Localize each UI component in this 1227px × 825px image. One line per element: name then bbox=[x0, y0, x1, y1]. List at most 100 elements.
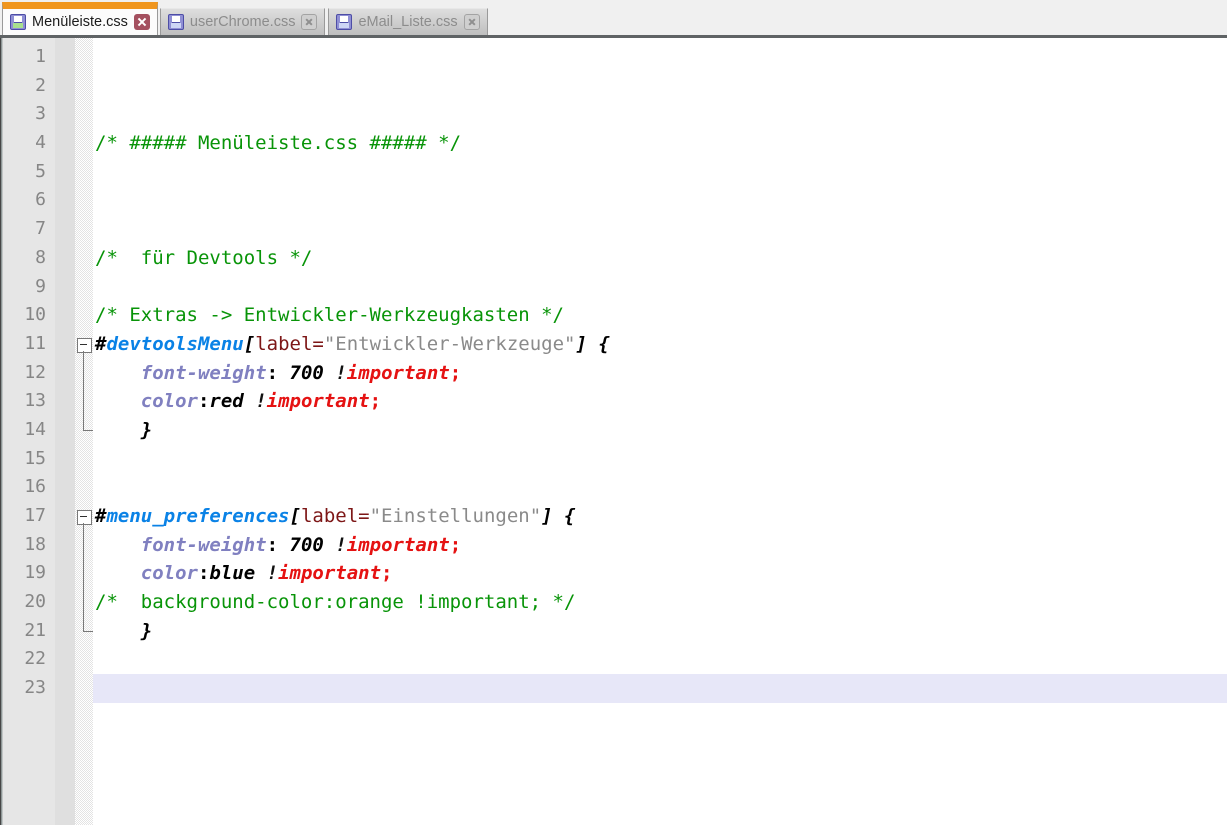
fold-guide-line bbox=[75, 387, 93, 416]
code-line[interactable]: 20 /* background-color:orange !important;… bbox=[0, 588, 1227, 617]
code-token: /* Extras -> Entwickler-Werkzeugkasten *… bbox=[95, 304, 564, 327]
code-text: #devtoolsMenu[label="Entwickler-Werkzeug… bbox=[95, 330, 610, 359]
line-number: 10 bbox=[24, 304, 46, 326]
code-line[interactable]: 10 /* Extras -> Entwickler-Werkzeugkasten… bbox=[0, 301, 1227, 330]
code-line[interactable]: 14 } bbox=[0, 415, 1227, 445]
code-token: red bbox=[209, 390, 244, 413]
code-text: font-weight: 700 !important; bbox=[95, 531, 461, 560]
code-token: /* ##### Menüleiste.css ##### */ bbox=[95, 132, 462, 155]
line-number: 19 bbox=[24, 562, 46, 584]
code-token: devtoolsMenu bbox=[106, 332, 244, 355]
line-number: 17 bbox=[24, 505, 46, 526]
code-lines[interactable]: 1 2 3 4/* ##### Menüleiste.css ##### */5 6 7 8… bbox=[0, 43, 1227, 703]
code-line[interactable]: 12 font-weight: 700 !important; bbox=[0, 358, 1227, 388]
line-number: 3 bbox=[35, 103, 46, 125]
code-line[interactable]: 1 bbox=[0, 43, 1227, 72]
code-line[interactable]: 18 font-weight: 700 !important; bbox=[0, 530, 1227, 560]
code-line[interactable]: 22 bbox=[0, 645, 1227, 674]
code-token: color bbox=[140, 390, 198, 413]
tab-userchrome-css[interactable]: userChrome.css bbox=[159, 8, 326, 35]
line-number: 20 bbox=[24, 591, 46, 613]
floppy-disk-icon bbox=[167, 14, 184, 30]
code-text: font-weight: 700 !important; bbox=[95, 359, 461, 388]
code-token: "Entwickler-Werkzeuge" bbox=[323, 332, 576, 355]
fold-guide-line bbox=[75, 530, 93, 560]
code-line[interactable]: 23 bbox=[0, 674, 1227, 703]
line-number: 8 bbox=[35, 246, 46, 268]
code-line[interactable]: 17 #menu_preferences[label="Einstellungen… bbox=[0, 502, 1227, 531]
code-text: #menu_preferences[label="Einstellungen"]… bbox=[95, 502, 576, 531]
line-number: 15 bbox=[24, 447, 46, 469]
line-number: 13 bbox=[24, 390, 46, 412]
tab-label: userChrome.css bbox=[189, 14, 296, 30]
code-line[interactable]: 7 bbox=[0, 215, 1227, 244]
code-token: label= bbox=[300, 505, 370, 527]
line-number: 7 bbox=[35, 218, 46, 240]
code-token: : bbox=[197, 562, 210, 585]
code-token: : bbox=[266, 361, 279, 384]
fold-guide-line bbox=[75, 616, 93, 646]
code-line[interactable]: 6 bbox=[0, 186, 1227, 215]
code-token: font-weight bbox=[140, 533, 267, 556]
code-token: font-weight bbox=[140, 361, 267, 384]
line-number: 1 bbox=[35, 46, 46, 67]
code-token: important bbox=[346, 361, 450, 384]
line-number: 23 bbox=[24, 677, 46, 699]
code-token: 700 bbox=[289, 361, 324, 384]
code-token: ! bbox=[255, 390, 267, 413]
code-token: } bbox=[140, 619, 153, 642]
code-line[interactable]: 13 color:red !important; bbox=[0, 387, 1227, 416]
code-token: ] { bbox=[575, 332, 610, 355]
code-text: /* ##### Menüleiste.css ##### */ bbox=[95, 129, 461, 158]
code-token: : bbox=[197, 390, 210, 413]
editor[interactable]: 1 2 3 4/* ##### Menüleiste.css ##### */5 6 7 8… bbox=[0, 38, 1227, 825]
close-icon[interactable] bbox=[463, 14, 480, 30]
code-line[interactable]: 16 bbox=[0, 473, 1227, 502]
tab-menuleiste-css[interactable]: Menüleiste.css bbox=[2, 2, 158, 35]
line-number: 11 bbox=[24, 332, 46, 354]
fold-collapse-icon[interactable] bbox=[75, 330, 93, 359]
code-token: ! bbox=[335, 361, 347, 384]
code-line[interactable]: 11 #devtoolsMenu[label="Entwickler-Werkze… bbox=[0, 330, 1227, 359]
fold-collapse-icon[interactable] bbox=[75, 502, 93, 531]
fold-guide-line bbox=[75, 559, 93, 588]
line-number: 2 bbox=[35, 74, 46, 96]
code-token: "Einstellungen" bbox=[369, 505, 542, 527]
tab-email-liste-css[interactable]: eMail_Liste.css bbox=[328, 8, 488, 35]
code-text: color:blue !important; bbox=[95, 559, 393, 588]
close-icon[interactable] bbox=[301, 14, 318, 30]
code-text: /* für Devtools */ bbox=[95, 244, 312, 273]
floppy-disk-icon bbox=[10, 14, 26, 30]
code-token: important bbox=[266, 390, 370, 413]
code-token: /* background-color:orange !important; *… bbox=[95, 591, 576, 614]
code-text: /* Extras -> Entwickler-Werkzeugkasten *… bbox=[95, 301, 564, 330]
code-line[interactable]: 19 color:blue !important; bbox=[0, 559, 1227, 588]
code-token: : bbox=[266, 533, 279, 556]
code-line[interactable]: 4 /* ##### Menüleiste.css ##### */ bbox=[0, 129, 1227, 158]
line-number: 12 bbox=[24, 361, 46, 383]
line-number: 18 bbox=[24, 533, 46, 555]
tab-label: Menüleiste.css bbox=[32, 14, 128, 30]
code-token: } bbox=[140, 418, 153, 441]
code-token: important bbox=[346, 533, 450, 556]
tab-label: eMail_Liste.css bbox=[358, 14, 458, 30]
code-line[interactable]: 2 bbox=[0, 72, 1227, 101]
code-line[interactable]: 8 /* für Devtools */ bbox=[0, 244, 1227, 273]
code-token: label= bbox=[255, 332, 324, 355]
code-line[interactable]: 9 bbox=[0, 273, 1227, 302]
code-line[interactable]: 3 bbox=[0, 100, 1227, 129]
floppy-disk-icon bbox=[336, 14, 353, 30]
code-line[interactable]: 5 bbox=[0, 158, 1227, 187]
code-line[interactable]: 21 } bbox=[0, 616, 1227, 646]
code-token: ! bbox=[335, 533, 347, 556]
close-icon[interactable] bbox=[133, 14, 150, 30]
code-token: ; bbox=[449, 361, 462, 384]
line-number: 9 bbox=[35, 275, 46, 297]
code-line[interactable]: 15 bbox=[0, 445, 1227, 474]
